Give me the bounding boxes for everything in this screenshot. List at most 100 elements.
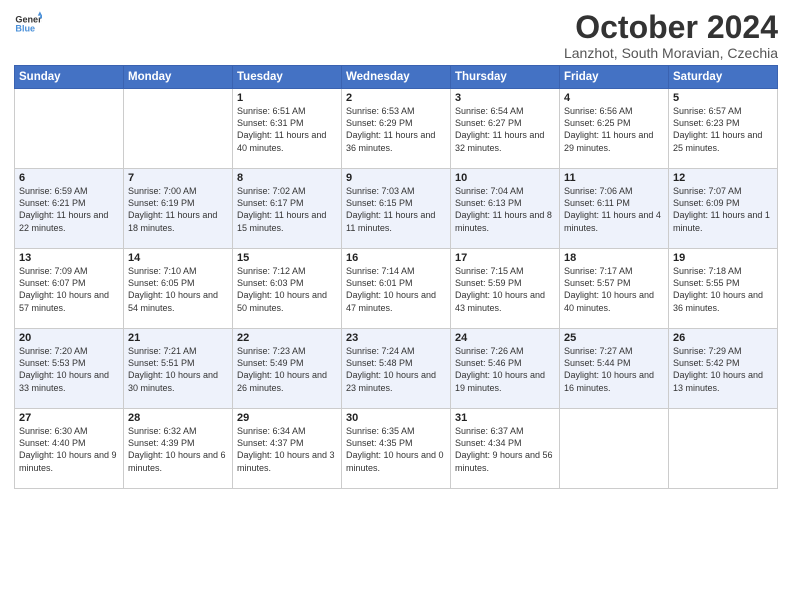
day-cell: 28Sunrise: 6:32 AM Sunset: 4:39 PM Dayli… — [124, 409, 233, 489]
day-detail: Sunrise: 7:12 AM Sunset: 6:03 PM Dayligh… — [237, 265, 337, 314]
day-number: 24 — [455, 332, 555, 344]
day-detail: Sunrise: 6:59 AM Sunset: 6:21 PM Dayligh… — [19, 185, 119, 234]
day-cell: 3Sunrise: 6:54 AM Sunset: 6:27 PM Daylig… — [451, 89, 560, 169]
week-row-2: 6Sunrise: 6:59 AM Sunset: 6:21 PM Daylig… — [15, 169, 778, 249]
day-number: 23 — [346, 332, 446, 344]
day-detail: Sunrise: 7:17 AM Sunset: 5:57 PM Dayligh… — [564, 265, 664, 314]
day-cell: 24Sunrise: 7:26 AM Sunset: 5:46 PM Dayli… — [451, 329, 560, 409]
day-detail: Sunrise: 7:26 AM Sunset: 5:46 PM Dayligh… — [455, 345, 555, 394]
day-detail: Sunrise: 6:57 AM Sunset: 6:23 PM Dayligh… — [673, 105, 773, 154]
day-cell: 19Sunrise: 7:18 AM Sunset: 5:55 PM Dayli… — [669, 249, 778, 329]
day-detail: Sunrise: 7:18 AM Sunset: 5:55 PM Dayligh… — [673, 265, 773, 314]
day-detail: Sunrise: 7:06 AM Sunset: 6:11 PM Dayligh… — [564, 185, 664, 234]
day-detail: Sunrise: 7:29 AM Sunset: 5:42 PM Dayligh… — [673, 345, 773, 394]
day-detail: Sunrise: 7:00 AM Sunset: 6:19 PM Dayligh… — [128, 185, 228, 234]
day-cell: 11Sunrise: 7:06 AM Sunset: 6:11 PM Dayli… — [560, 169, 669, 249]
col-saturday: Saturday — [669, 66, 778, 89]
day-number: 14 — [128, 252, 228, 264]
day-number: 3 — [455, 92, 555, 104]
header: General Blue October 2024 Lanzhot, South… — [14, 10, 778, 61]
day-number: 5 — [673, 92, 773, 104]
day-detail: Sunrise: 7:04 AM Sunset: 6:13 PM Dayligh… — [455, 185, 555, 234]
col-monday: Monday — [124, 66, 233, 89]
col-friday: Friday — [560, 66, 669, 89]
day-cell: 6Sunrise: 6:59 AM Sunset: 6:21 PM Daylig… — [15, 169, 124, 249]
col-sunday: Sunday — [15, 66, 124, 89]
day-cell: 9Sunrise: 7:03 AM Sunset: 6:15 PM Daylig… — [342, 169, 451, 249]
day-detail: Sunrise: 7:07 AM Sunset: 6:09 PM Dayligh… — [673, 185, 773, 234]
day-cell: 5Sunrise: 6:57 AM Sunset: 6:23 PM Daylig… — [669, 89, 778, 169]
location: Lanzhot, South Moravian, Czechia — [564, 45, 778, 61]
day-detail: Sunrise: 6:53 AM Sunset: 6:29 PM Dayligh… — [346, 105, 446, 154]
day-number: 7 — [128, 172, 228, 184]
day-cell: 30Sunrise: 6:35 AM Sunset: 4:35 PM Dayli… — [342, 409, 451, 489]
col-wednesday: Wednesday — [342, 66, 451, 89]
week-row-5: 27Sunrise: 6:30 AM Sunset: 4:40 PM Dayli… — [15, 409, 778, 489]
day-number: 15 — [237, 252, 337, 264]
day-cell: 25Sunrise: 7:27 AM Sunset: 5:44 PM Dayli… — [560, 329, 669, 409]
day-number: 11 — [564, 172, 664, 184]
page-container: General Blue October 2024 Lanzhot, South… — [0, 0, 792, 495]
day-detail: Sunrise: 7:23 AM Sunset: 5:49 PM Dayligh… — [237, 345, 337, 394]
day-number: 16 — [346, 252, 446, 264]
day-detail: Sunrise: 6:54 AM Sunset: 6:27 PM Dayligh… — [455, 105, 555, 154]
day-cell: 23Sunrise: 7:24 AM Sunset: 5:48 PM Dayli… — [342, 329, 451, 409]
day-cell: 13Sunrise: 7:09 AM Sunset: 6:07 PM Dayli… — [15, 249, 124, 329]
day-detail: Sunrise: 7:15 AM Sunset: 5:59 PM Dayligh… — [455, 265, 555, 314]
day-detail: Sunrise: 7:09 AM Sunset: 6:07 PM Dayligh… — [19, 265, 119, 314]
day-detail: Sunrise: 6:51 AM Sunset: 6:31 PM Dayligh… — [237, 105, 337, 154]
day-number: 19 — [673, 252, 773, 264]
day-detail: Sunrise: 7:27 AM Sunset: 5:44 PM Dayligh… — [564, 345, 664, 394]
day-cell: 14Sunrise: 7:10 AM Sunset: 6:05 PM Dayli… — [124, 249, 233, 329]
day-number: 1 — [237, 92, 337, 104]
day-detail: Sunrise: 6:30 AM Sunset: 4:40 PM Dayligh… — [19, 425, 119, 474]
month-title: October 2024 — [564, 10, 778, 45]
header-row: Sunday Monday Tuesday Wednesday Thursday… — [15, 66, 778, 89]
day-number: 13 — [19, 252, 119, 264]
day-detail: Sunrise: 7:10 AM Sunset: 6:05 PM Dayligh… — [128, 265, 228, 314]
day-number: 21 — [128, 332, 228, 344]
day-detail: Sunrise: 6:35 AM Sunset: 4:35 PM Dayligh… — [346, 425, 446, 474]
day-number: 17 — [455, 252, 555, 264]
logo: General Blue — [14, 10, 42, 38]
day-cell: 4Sunrise: 6:56 AM Sunset: 6:25 PM Daylig… — [560, 89, 669, 169]
day-detail: Sunrise: 6:37 AM Sunset: 4:34 PM Dayligh… — [455, 425, 555, 474]
day-number: 29 — [237, 412, 337, 424]
day-cell: 10Sunrise: 7:04 AM Sunset: 6:13 PM Dayli… — [451, 169, 560, 249]
day-detail: Sunrise: 6:32 AM Sunset: 4:39 PM Dayligh… — [128, 425, 228, 474]
day-cell — [15, 89, 124, 169]
day-cell: 1Sunrise: 6:51 AM Sunset: 6:31 PM Daylig… — [233, 89, 342, 169]
week-row-1: 1Sunrise: 6:51 AM Sunset: 6:31 PM Daylig… — [15, 89, 778, 169]
day-cell: 20Sunrise: 7:20 AM Sunset: 5:53 PM Dayli… — [15, 329, 124, 409]
logo-icon: General Blue — [14, 10, 42, 38]
day-number: 6 — [19, 172, 119, 184]
day-cell: 21Sunrise: 7:21 AM Sunset: 5:51 PM Dayli… — [124, 329, 233, 409]
day-detail: Sunrise: 6:34 AM Sunset: 4:37 PM Dayligh… — [237, 425, 337, 474]
day-cell: 2Sunrise: 6:53 AM Sunset: 6:29 PM Daylig… — [342, 89, 451, 169]
day-number: 20 — [19, 332, 119, 344]
day-detail: Sunrise: 7:14 AM Sunset: 6:01 PM Dayligh… — [346, 265, 446, 314]
day-number: 26 — [673, 332, 773, 344]
col-tuesday: Tuesday — [233, 66, 342, 89]
day-number: 12 — [673, 172, 773, 184]
day-cell — [560, 409, 669, 489]
day-cell: 17Sunrise: 7:15 AM Sunset: 5:59 PM Dayli… — [451, 249, 560, 329]
calendar-table: Sunday Monday Tuesday Wednesday Thursday… — [14, 65, 778, 489]
day-cell — [669, 409, 778, 489]
day-detail: Sunrise: 6:56 AM Sunset: 6:25 PM Dayligh… — [564, 105, 664, 154]
day-detail: Sunrise: 7:24 AM Sunset: 5:48 PM Dayligh… — [346, 345, 446, 394]
day-number: 27 — [19, 412, 119, 424]
day-cell: 15Sunrise: 7:12 AM Sunset: 6:03 PM Dayli… — [233, 249, 342, 329]
day-number: 28 — [128, 412, 228, 424]
day-detail: Sunrise: 7:03 AM Sunset: 6:15 PM Dayligh… — [346, 185, 446, 234]
day-cell: 29Sunrise: 6:34 AM Sunset: 4:37 PM Dayli… — [233, 409, 342, 489]
day-number: 22 — [237, 332, 337, 344]
day-number: 31 — [455, 412, 555, 424]
day-number: 2 — [346, 92, 446, 104]
day-cell: 26Sunrise: 7:29 AM Sunset: 5:42 PM Dayli… — [669, 329, 778, 409]
day-detail: Sunrise: 7:20 AM Sunset: 5:53 PM Dayligh… — [19, 345, 119, 394]
day-number: 30 — [346, 412, 446, 424]
day-cell: 7Sunrise: 7:00 AM Sunset: 6:19 PM Daylig… — [124, 169, 233, 249]
day-cell: 8Sunrise: 7:02 AM Sunset: 6:17 PM Daylig… — [233, 169, 342, 249]
day-cell — [124, 89, 233, 169]
